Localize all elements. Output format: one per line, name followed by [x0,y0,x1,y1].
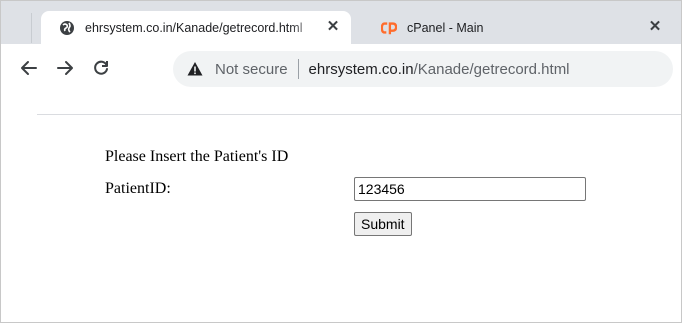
warning-icon[interactable] [187,61,203,77]
security-label[interactable]: Not secure [215,61,288,78]
tab-cpanel[interactable]: cPanel - Main ✕ [363,11,673,44]
browser-window: ehrsystem.co.in/Kanade/getrecord.html ✕ … [0,0,682,323]
forward-arrow-icon[interactable] [53,56,77,80]
url-domain: ehrsystem.co.in [308,60,414,78]
close-icon[interactable]: ✕ [325,19,341,35]
cpanel-icon [381,20,397,36]
url-text[interactable]: ehrsystem.co.in/Kanade/getrecord.html [309,61,570,78]
browser-toolbar: Not secure ehrsystem.co.in/Kanade/getrec… [1,44,681,94]
close-icon[interactable]: ✕ [647,19,663,35]
reload-icon[interactable] [89,56,113,80]
tab-title: cPanel - Main [407,20,484,35]
page-content: Please Insert the Patient's ID PatientID… [1,115,681,322]
omnibox-divider [297,59,299,79]
tab-strip: ehrsystem.co.in/Kanade/getrecord.html ✕ … [1,1,681,44]
globe-icon [59,20,75,36]
back-arrow-icon[interactable] [17,56,41,80]
url-path: /Kanade/getrecord.html [413,60,570,78]
patient-id-input[interactable] [354,177,586,201]
form-prompt: Please Insert the Patient's ID [105,148,289,165]
tab-separator [31,13,32,43]
patient-id-label: PatientID: [105,180,171,197]
address-bar[interactable]: Not secure ehrsystem.co.in/Kanade/getrec… [173,51,673,87]
submit-button[interactable]: Submit [354,212,412,236]
tab-title: ehrsystem.co.in/Kanade/getrecord.html [85,20,303,35]
tab-ehrsystem[interactable]: ehrsystem.co.in/Kanade/getrecord.html ✕ [41,11,351,44]
